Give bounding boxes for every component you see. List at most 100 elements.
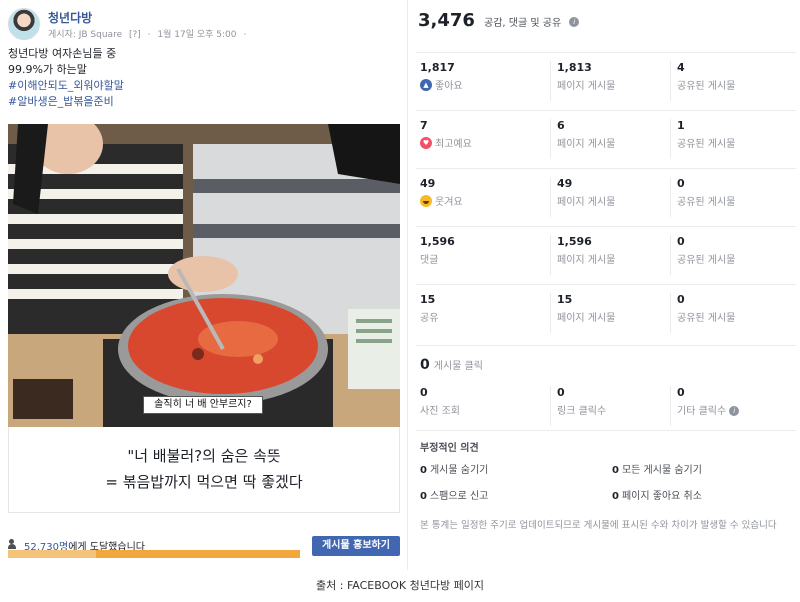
stat-label: 게시물 숨기기 [429, 465, 489, 476]
stat-cell: 15 페이지 게시물 [550, 293, 670, 333]
stat-value: 0 [612, 465, 619, 476]
insights-note: 본 통계는 일정한 주기로 업데이트되므로 게시물에 표시된 수와 차이가 발생… [420, 520, 777, 531]
stat-row-shares: 15 공유 15 페이지 게시물 0 공유된 게시물 [416, 284, 796, 338]
post-clicks-section: 0 게시물 클릭 0 사진 조회 0 링크 클릭수 0 기타 클릭수 i [416, 345, 796, 426]
insights-header: 3,476 공감, 댓글 및 공유 i [418, 10, 798, 34]
stat-value: 15 [557, 293, 573, 306]
people-icon [8, 539, 20, 549]
stat-value: 0 [420, 386, 428, 399]
post-header: 청년다방 게시자: JB Square [?] · 1월 17일 오후 5:00… [8, 8, 398, 42]
caption-card[interactable]: "너 배불러?의 숨은 속뜻 = 볶음밥까지 먹으면 딱 좋겠다 [8, 427, 400, 513]
stat-value: 0 [677, 293, 685, 306]
stat-label: 공유된 게시물 [677, 81, 736, 92]
stat-row-love: 7 ♥ 최고예요 6 페이지 게시물 1 공유된 게시물 [416, 110, 796, 164]
stat-label: 좋아요 [435, 81, 463, 92]
stat-label: 공유된 게시물 [677, 197, 736, 208]
page-avatar[interactable] [8, 8, 40, 40]
source-caption: 출처 : FACEBOOK 청년다방 페이지 [316, 579, 484, 592]
stat-cell: 4 공유된 게시물 [670, 61, 790, 101]
stat-label: 공유된 게시물 [677, 313, 736, 324]
post-text-line: 99.9%가 하는말 [8, 63, 87, 76]
stat-cell: 1,813 페이지 게시물 [550, 61, 670, 101]
meta-separator: · [147, 30, 151, 40]
stat-value: 7 [420, 119, 428, 132]
stat-value: 0 [677, 386, 685, 399]
stat-label: 사진 조회 [420, 406, 460, 417]
negative-item: 0 페이지 좋아요 취소 [612, 487, 702, 502]
post-timestamp[interactable]: 1월 17일 오후 5:00 [157, 30, 236, 40]
negative-item: 0 모든 게시물 숨기기 [612, 461, 702, 476]
stat-label: 게시물 클릭 [433, 361, 483, 372]
post-edit-info[interactable]: [?] [129, 30, 141, 40]
post-text-line: 청년다방 여자손님들 중 [8, 47, 117, 60]
stat-label: 공유 [420, 313, 439, 324]
stat-row-likes: 1,817 ▲ 좋아요 1,813 페이지 게시물 4 공유된 게시물 [416, 52, 796, 106]
post-text: 청년다방 여자손님들 중 99.9%가 하는말 #이해안되도_외워야할말 #알바… [8, 46, 398, 110]
total-engagement-label: 공감, 댓글 및 공유 [484, 18, 562, 29]
heart-icon: ♥ [420, 137, 432, 149]
stat-cell: 49 웃겨요 [420, 177, 540, 217]
stat-label: 모든 게시물 숨기기 [621, 465, 702, 476]
negative-item: 0 스팸으로 신고 [420, 487, 488, 502]
stat-label: 링크 클릭수 [557, 406, 607, 417]
stat-cell: 0 공유된 게시물 [670, 293, 790, 333]
globe-icon: · [243, 30, 247, 40]
post-photo[interactable] [8, 124, 400, 427]
stat-value: 0 [612, 491, 619, 502]
stat-label: 페이지 좋아요 취소 [621, 491, 702, 502]
negative-feedback-title: 부정적인 의견 [420, 443, 479, 454]
stat-cell: 1,817 ▲ 좋아요 [420, 61, 540, 101]
stat-value: 0 [420, 491, 427, 502]
stat-value: 1,817 [420, 61, 455, 74]
caption-line: "너 배불러?의 숨은 속뜻 [127, 447, 281, 465]
stat-label: 스팸으로 신고 [429, 491, 489, 502]
stat-row-haha: 49 웃겨요 49 페이지 게시물 0 공유된 게시물 [416, 168, 796, 222]
stat-value: 0 [420, 357, 430, 373]
stat-label: 페이지 게시물 [557, 139, 616, 150]
post-clicks-total: 0 게시물 클릭 [420, 354, 483, 373]
stat-cell: 6 페이지 게시물 [550, 119, 670, 159]
photo-subtitle: 솔직히 너 배 안부르지? [143, 396, 263, 414]
stat-label: 기타 클릭수 [677, 406, 727, 417]
stat-cell: 1,596 댓글 [420, 235, 540, 275]
hashtag-link[interactable]: #이해안되도_외워야할말 [8, 78, 398, 94]
stat-value: 1,596 [420, 235, 455, 248]
stat-value: 49 [420, 177, 436, 190]
post-meta: 게시자: JB Square [?] · 1월 17일 오후 5:00 · [48, 27, 250, 40]
stat-value: 0 [420, 465, 427, 476]
stat-label: 페이지 게시물 [557, 255, 616, 266]
stat-value: 49 [557, 177, 573, 190]
stat-label: 공유된 게시물 [677, 255, 736, 266]
stat-cell: 15 공유 [420, 293, 540, 333]
stat-value: 1,813 [557, 61, 592, 74]
stat-cell: 7 ♥ 최고예요 [420, 119, 540, 159]
post-insights: 3,476 공감, 댓글 및 공유 i 1,817 ▲ 좋아요 1,813 페이지… [407, 0, 800, 570]
stat-value: 1,596 [557, 235, 592, 248]
person-left [8, 124, 183, 334]
info-icon[interactable]: i [729, 406, 740, 416]
info-icon[interactable]: i [569, 16, 580, 27]
stat-label: 웃겨요 [435, 197, 463, 208]
reach-progress-fill [8, 550, 96, 558]
stat-value: 15 [420, 293, 436, 306]
stat-value: 1 [677, 119, 685, 132]
boost-post-button[interactable]: 게시물 홍보하기 [312, 536, 400, 556]
stat-cell: 0 공유된 게시물 [670, 235, 790, 275]
stat-value: 0 [677, 177, 685, 190]
hashtag-link[interactable]: #알바생은_밥볶을준비 [8, 94, 398, 110]
stat-value: 0 [677, 235, 685, 248]
stat-label: 페이지 게시물 [557, 313, 616, 324]
stat-label: 공유된 게시물 [677, 139, 736, 150]
stat-value: 6 [557, 119, 565, 132]
stat-label: 페이지 게시물 [557, 81, 616, 92]
total-engagement: 3,476 [418, 10, 475, 31]
stat-cell: 0 링크 클릭수 [550, 386, 670, 426]
like-icon: ▲ [420, 79, 432, 91]
negative-item: 0 게시물 숨기기 [420, 461, 488, 476]
stat-label: 페이지 게시물 [557, 197, 616, 208]
stat-cell: 0 기타 클릭수 i [670, 386, 790, 426]
screenshot: 청년다방 게시자: JB Square [?] · 1월 17일 오후 5:00… [0, 0, 800, 570]
stat-label: 댓글 [420, 255, 439, 266]
page-name-link[interactable]: 청년다방 [48, 9, 92, 26]
facebook-post: 청년다방 게시자: JB Square [?] · 1월 17일 오후 5:00… [0, 0, 407, 570]
